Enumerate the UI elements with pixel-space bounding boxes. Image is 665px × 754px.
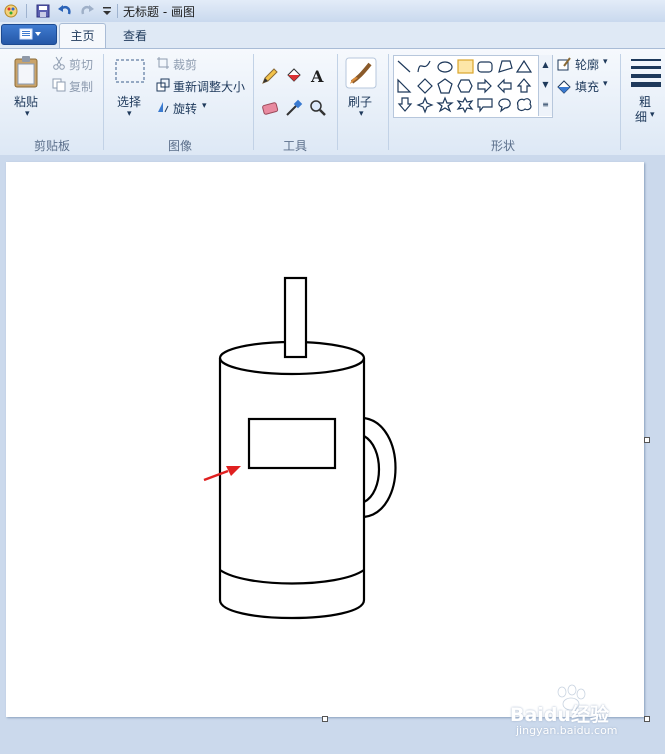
redo-icon[interactable] <box>79 3 95 19</box>
outline-button[interactable]: 轮廓 <box>575 56 599 73</box>
six-point-star-shape-icon <box>456 96 474 114</box>
line-shape-icon <box>397 60 411 73</box>
cloud-callout-shape-icon <box>517 98 532 112</box>
rotate-dropdown-icon[interactable]: ▾ <box>202 101 207 111</box>
four-point-star-shape-icon <box>416 96 434 114</box>
clipboard-group-label: 剪贴板 <box>33 139 70 153</box>
select-dropdown-icon[interactable]: ▾ <box>127 109 132 119</box>
magnifier-icon[interactable] <box>308 98 328 118</box>
select-icon[interactable] <box>114 57 146 85</box>
down-arrow-shape-icon <box>397 97 413 112</box>
brush-icon[interactable] <box>344 56 378 90</box>
five-point-star-shape-icon <box>436 96 454 113</box>
polygon-shape-icon <box>498 60 513 73</box>
eraser-icon[interactable] <box>260 98 280 118</box>
pencil-icon[interactable] <box>260 66 280 86</box>
shapes-gallery[interactable] <box>393 55 553 118</box>
paint-app-icon[interactable] <box>3 3 19 19</box>
watermark-text: Baidu经验 <box>510 704 609 726</box>
expand-gallery-icon[interactable]: ≡ <box>539 95 552 115</box>
left-arrow-shape-icon <box>497 78 512 94</box>
outline-dropdown-icon[interactable]: ▾ <box>603 57 608 67</box>
save-icon[interactable] <box>35 3 51 19</box>
cut-icon[interactable] <box>52 56 66 70</box>
copy-icon[interactable] <box>52 78 66 92</box>
color-picker-icon[interactable] <box>284 98 304 118</box>
undo-icon[interactable] <box>57 3 73 19</box>
cup-bottom <box>218 599 366 620</box>
resize-icon[interactable] <box>156 78 170 92</box>
tools-group-label: 工具 <box>282 139 307 153</box>
cup-drawing <box>203 276 397 620</box>
straw <box>283 276 308 359</box>
crop-icon[interactable] <box>156 56 170 70</box>
cup-handle-inner <box>363 435 381 503</box>
rect-callout-shape-icon <box>477 98 493 113</box>
rounded-rectangle-shape-icon <box>477 61 493 73</box>
fill-shape-icon[interactable] <box>556 78 572 94</box>
size-label-line2[interactable]: 细 <box>635 108 647 125</box>
red-arrow-line <box>203 469 229 482</box>
cup-base-band <box>219 569 365 585</box>
shapes-group-label: 形状 <box>490 139 515 153</box>
image-group-label: 图像 <box>167 139 192 153</box>
diamond-shape-icon <box>417 78 433 94</box>
menu-icon <box>19 28 41 40</box>
oval-shape-icon <box>437 61 453 73</box>
up-arrow-shape-icon <box>516 78 532 93</box>
label-rectangle <box>247 417 337 470</box>
rotate-icon[interactable] <box>156 100 170 114</box>
window-title: 无标题 - 画图 <box>123 5 195 19</box>
watermark: Baidu经验 jingyan.baidu.com <box>510 682 660 742</box>
rectangle-shape-icon <box>457 59 474 74</box>
rotate-button[interactable]: 旋转 <box>173 100 197 117</box>
triangle-shape-icon <box>515 59 533 73</box>
crop-button[interactable]: 裁剪 <box>173 56 197 73</box>
paste-icon[interactable] <box>12 55 42 89</box>
title-bar: 无标题 - 画图 <box>0 0 665 23</box>
text-icon[interactable]: A <box>308 66 328 86</box>
scroll-down-icon[interactable]: ▼ <box>539 75 552 95</box>
resize-button[interactable]: 重新调整大小 <box>173 78 245 95</box>
red-arrow-head <box>226 466 241 476</box>
oval-callout-shape-icon <box>498 98 511 113</box>
paste-dropdown-icon[interactable]: ▾ <box>25 109 30 119</box>
curve-shape-icon <box>417 60 431 73</box>
hexagon-shape-icon <box>457 79 473 93</box>
copy-button[interactable]: 复制 <box>69 78 93 95</box>
brushes-button[interactable]: 刷子 <box>348 93 372 110</box>
paste-button[interactable]: 粘贴 <box>14 93 38 110</box>
svg-text:A: A <box>310 67 324 86</box>
resize-handle-bottom[interactable] <box>322 716 328 722</box>
right-arrow-shape-icon <box>477 78 492 94</box>
select-button[interactable]: 选择 <box>117 93 141 110</box>
tab-view[interactable]: 查看 <box>112 27 158 45</box>
size-dropdown-icon[interactable]: ▾ <box>650 110 655 120</box>
customize-toolbar-icon[interactable] <box>99 3 115 19</box>
size-icon[interactable] <box>630 57 662 87</box>
shapes-scrollbar[interactable]: ▲ ▼ ≡ <box>538 55 552 116</box>
resize-handle-right[interactable] <box>644 437 650 443</box>
drawing-canvas[interactable] <box>6 162 644 717</box>
right-triangle-shape-icon <box>397 78 412 93</box>
brushes-dropdown-icon[interactable]: ▾ <box>359 109 364 119</box>
scroll-up-icon[interactable]: ▲ <box>539 55 552 75</box>
outline-icon[interactable] <box>556 56 572 72</box>
watermark-url: jingyan.baidu.com <box>516 724 618 737</box>
fill-button[interactable]: 填充 <box>575 78 599 95</box>
tab-home[interactable]: 主页 <box>59 23 106 49</box>
file-menu-button[interactable] <box>1 24 57 45</box>
fill-dropdown-icon[interactable]: ▾ <box>603 79 608 89</box>
fill-icon[interactable] <box>284 66 304 86</box>
cut-button[interactable]: 剪切 <box>69 56 93 73</box>
pentagon-shape-icon <box>437 78 453 94</box>
